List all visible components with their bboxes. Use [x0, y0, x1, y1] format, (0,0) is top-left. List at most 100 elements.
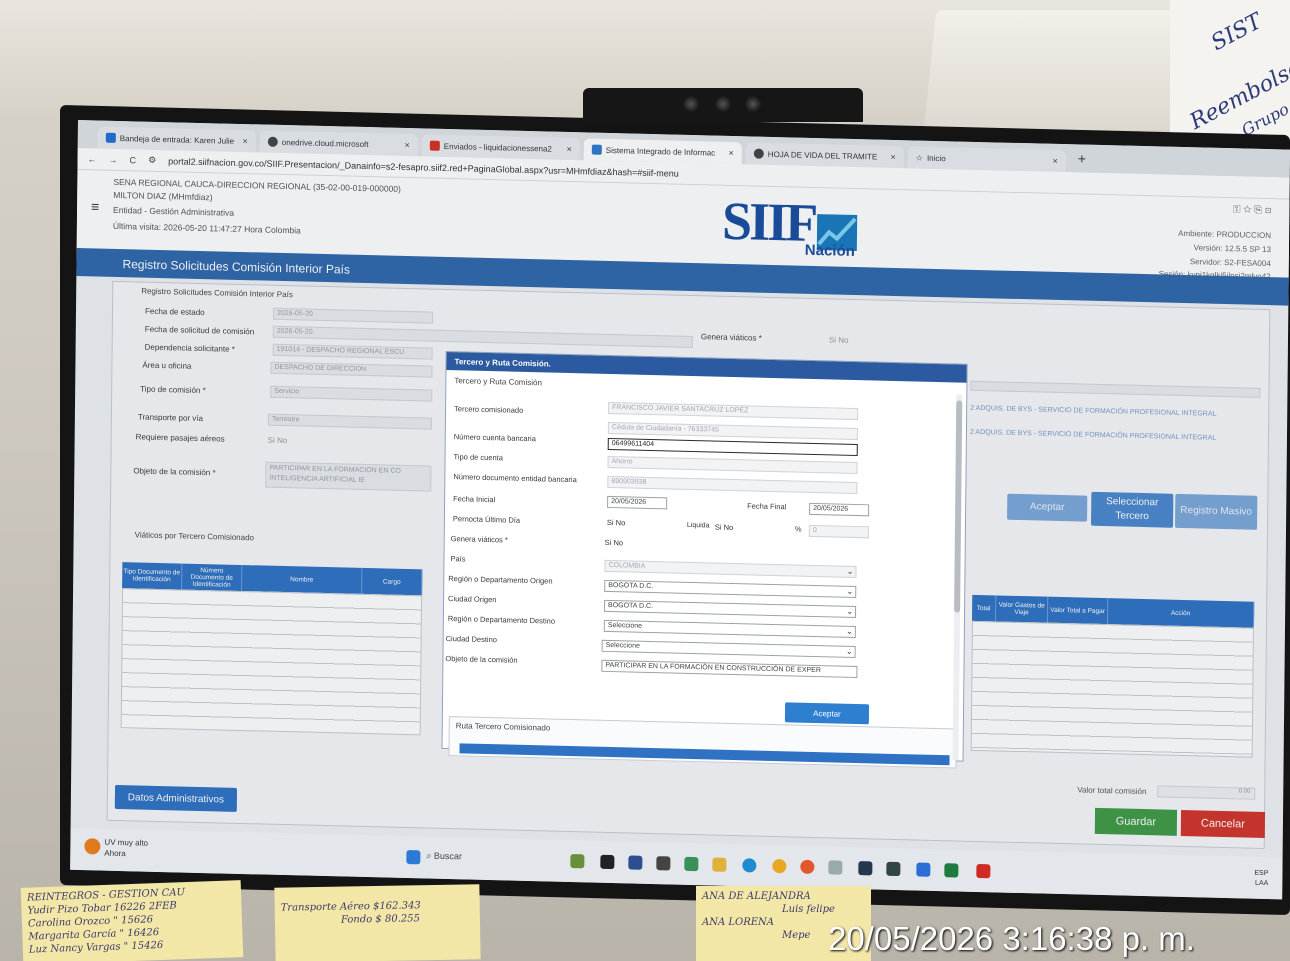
logo-subtext: Nación [804, 241, 855, 260]
calculator-icon[interactable] [886, 861, 901, 877]
percent-label: % [794, 524, 802, 534]
tab-label: Inicio [926, 153, 946, 163]
close-icon[interactable]: × [1053, 156, 1058, 166]
region-origen-value: BOGOTA D.C. [608, 581, 654, 591]
sticky-note-transporte: Transporte Aéreo $162.343 Fondo $ 80.255 [274, 884, 481, 961]
ciudad-origen-select[interactable]: BOGOTA D.C. ⌄ [603, 599, 857, 619]
star-icon: ☆ [915, 152, 924, 163]
valor-total-label: Valor total comisión [1077, 785, 1147, 797]
gmail-icon [429, 140, 440, 151]
transporte-field: Terrestre [267, 413, 432, 430]
close-icon[interactable]: × [405, 140, 410, 150]
tab-label: Bandeja de entrada: Karen Julie [119, 133, 235, 146]
pasajes-label: Requiere pasajes aéreos [135, 432, 225, 444]
chevron-down-icon: ⌄ [846, 626, 853, 636]
fecha-final-input[interactable]: 20/05/2026 [809, 502, 870, 517]
firefox-icon[interactable] [800, 859, 815, 874]
header-toolbar-icons[interactable]: ⚿ ☆ ⎘ ⊡ [1233, 204, 1272, 216]
seleccionar-tercero-button[interactable]: Seleccionar Tercero [1091, 491, 1174, 528]
excel-icon[interactable] [944, 863, 959, 878]
ambiente: Ambiente: PRODUCCION [1178, 228, 1272, 241]
close-icon[interactable]: × [567, 144, 572, 154]
col-num-doc: Número Documento de Identificación [182, 563, 243, 592]
close-icon[interactable]: × [891, 152, 896, 162]
fecha-inicial-label: Fecha Inicial [453, 494, 496, 505]
genera-viaticos-radio[interactable]: Si No [829, 335, 849, 344]
cuenta-label: Número cuenta bancaria [453, 432, 536, 444]
ciudad-destino-value: Seleccione [605, 641, 640, 650]
globe-icon [753, 148, 764, 159]
pasajes-radio[interactable]: Si No [268, 436, 288, 445]
close-icon[interactable]: × [729, 148, 734, 158]
new-tab-button[interactable]: + [1070, 150, 1094, 173]
outlook-icon[interactable] [916, 862, 931, 877]
app-icon[interactable] [628, 855, 643, 870]
dependencia-field: 191014 - DESPACHO REGIONAL ESCU [272, 343, 433, 360]
photo-timestamp: 20/05/2026 3:16:38 p. m. [828, 920, 1195, 957]
objeto-modal-input[interactable]: PARTICIPAR EN LA FORMACIÓN EN CONSTRUCCI… [601, 659, 858, 679]
close-icon[interactable]: × [243, 136, 248, 146]
system-tray[interactable]: ESP LAA [1254, 869, 1268, 889]
fecha-inicial-input[interactable]: 20/05/2026 [607, 495, 668, 510]
hamburger-menu-icon[interactable]: ≡ [91, 198, 99, 214]
cancelar-button[interactable]: Cancelar [1180, 809, 1266, 839]
servidor: Servidor: S2-FESA004 [1189, 257, 1271, 269]
weather-widget[interactable]: UV muy alto Ahora [84, 837, 148, 860]
pernocta-radio[interactable]: Si No [607, 518, 625, 527]
genera-viaticos-label: Genera viáticos * [700, 332, 762, 343]
app-icon[interactable] [828, 860, 843, 875]
guardar-button[interactable]: Guardar [1094, 807, 1178, 836]
viaticos-grid-body-right [970, 620, 1254, 758]
area-label: Área u oficina [142, 360, 192, 371]
app-icon[interactable] [858, 861, 873, 876]
rubro-line-2: 2 ADQUIS. DE BYS - SERVICIO DE FORMACIÓN… [969, 428, 1217, 442]
site-settings-icon[interactable]: ⚙ [148, 155, 156, 166]
chrome-icon[interactable] [772, 858, 787, 874]
ruta-title: Ruta Tercero Comisionado [455, 721, 551, 733]
file-explorer-icon[interactable] [712, 857, 727, 872]
app-icon[interactable] [656, 856, 671, 871]
profile-line: Entidad - Gestión Administrativa [113, 204, 235, 218]
cedula-field: Cédula de Ciudadanía - 76333745 [607, 421, 858, 441]
ciudad-destino-select[interactable]: Seleccione ⌄ [601, 639, 856, 659]
cuenta-input[interactable]: 06499611404 [607, 437, 858, 457]
weather-sun-icon [84, 838, 101, 855]
genera-radio[interactable]: Si No [605, 538, 623, 547]
region-origen-label: Región o Departamento Origen [448, 574, 553, 586]
back-icon[interactable]: ← [88, 154, 97, 164]
doc-entidad-field: 890903938 [607, 475, 858, 495]
chevron-down-icon: ⌄ [845, 646, 853, 656]
tipo-comision-field: Servicio [270, 385, 433, 402]
rubro-select[interactable] [970, 380, 1261, 398]
liquida-label: Liquida [686, 521, 710, 530]
windows-start-icon[interactable] [406, 850, 421, 865]
doc-entidad-label: Número documento entidad bancaria [453, 472, 577, 485]
modal-scrollbar-thumb[interactable] [954, 400, 963, 613]
lang-line-1: ESP [1254, 869, 1269, 878]
transporte-label: Transporte por vía [137, 412, 204, 424]
pais-select[interactable]: COLOMBIA ⌄ [604, 559, 857, 579]
acrobat-icon[interactable] [976, 863, 991, 879]
chevron-down-icon: ⌄ [846, 566, 854, 576]
reload-icon[interactable]: C [130, 155, 137, 165]
edge-icon[interactable] [742, 858, 757, 873]
forward-icon[interactable]: → [109, 154, 118, 164]
ciudad-origen-label: Ciudad Origen [448, 594, 497, 605]
task-view-icon[interactable] [600, 854, 615, 870]
form-section-title: Registro Solicitudes Comisión Interior P… [141, 286, 293, 300]
taskbar-search[interactable]: ⌕ Buscar [426, 851, 462, 863]
aceptar-button[interactable]: Aceptar [1007, 493, 1088, 522]
modal-aceptar-button[interactable]: Aceptar [784, 702, 870, 725]
widgets-icon[interactable] [570, 854, 585, 869]
liquida-radio[interactable]: Si No [715, 523, 733, 532]
tipo-cuenta-field: Ahorro [607, 455, 858, 475]
ciudad-origen-value: BOGOTA D.C. [608, 601, 654, 611]
registro-masivo-button[interactable]: Registro Masivo [1175, 493, 1258, 530]
tercero-label: Tercero comisionado [454, 404, 524, 415]
tercero-ruta-modal: Tercero y Ruta Comisión. Tercero y Ruta … [441, 350, 968, 769]
app-icon[interactable] [684, 856, 699, 872]
region-origen-select[interactable]: BOGOTA D.C. ⌄ [604, 579, 857, 599]
datos-administrativos-button[interactable]: Datos Administrativos [114, 784, 238, 812]
note-line: Luis felipe [782, 904, 835, 915]
region-destino-select[interactable]: Seleccione ⌄ [603, 619, 856, 639]
